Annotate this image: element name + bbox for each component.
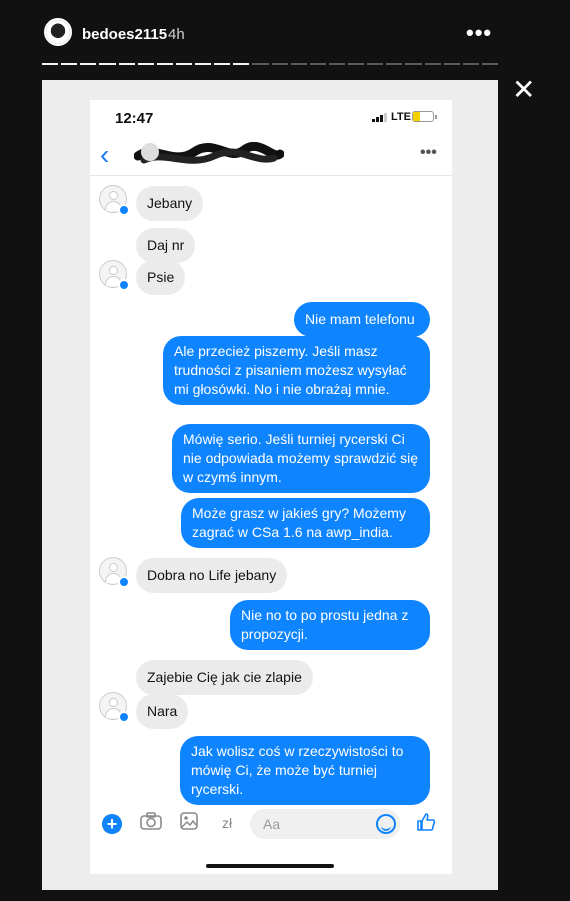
back-chevron-icon[interactable]: ‹ bbox=[100, 139, 109, 171]
story-progress-segment bbox=[309, 63, 326, 65]
payment-label[interactable]: zł bbox=[222, 815, 232, 831]
thumbs-up-icon[interactable] bbox=[416, 812, 436, 838]
message-input-placeholder: Aa bbox=[263, 816, 281, 832]
story-header: bedoes2115 4h ••• ✕ bbox=[0, 0, 570, 104]
camera-icon[interactable] bbox=[140, 812, 162, 835]
message-bubble: Nie no to po prostu jedna z propozycji. bbox=[230, 600, 430, 650]
message-bubble: Psie bbox=[136, 260, 186, 295]
story-progress-segment bbox=[424, 63, 441, 65]
story-progress-segment bbox=[481, 63, 498, 65]
close-icon[interactable]: ✕ bbox=[512, 76, 535, 104]
message-bubble: Nie mam telefonu bbox=[294, 302, 430, 337]
story-time-ago: 4h bbox=[168, 26, 185, 43]
profile-avatar[interactable] bbox=[44, 18, 72, 46]
message-bubble: Zajebie Cię jak cie zlapie bbox=[136, 660, 313, 695]
story-progress-segment bbox=[367, 63, 384, 65]
story-progress-segment bbox=[252, 63, 269, 65]
story-progress-segment bbox=[233, 63, 250, 65]
message-input[interactable]: Aa bbox=[250, 809, 400, 839]
story-card: 12:47 LTE ‹ ••• Jebany Daj nr Psie Nie m… bbox=[42, 80, 498, 890]
more-options-icon[interactable]: ••• bbox=[466, 20, 492, 46]
story-progress-bar bbox=[42, 63, 498, 66]
story-progress-segment bbox=[405, 63, 422, 65]
redacted-contact-name bbox=[134, 142, 284, 164]
message-bubble: Jak wolisz coś w rzeczywistości to mówię… bbox=[180, 736, 430, 805]
status-bar: 12:47 LTE bbox=[90, 100, 452, 136]
contact-avatar bbox=[99, 260, 130, 291]
battery-icon bbox=[412, 111, 437, 122]
contact-avatar bbox=[99, 185, 130, 216]
story-progress-segment bbox=[195, 63, 212, 65]
story-progress-segment bbox=[156, 63, 173, 65]
message-bubble: Może grasz w jakieś gry? Możemy zagrać w… bbox=[181, 498, 430, 548]
story-progress-segment bbox=[80, 63, 97, 65]
photo-icon[interactable] bbox=[180, 812, 198, 835]
chat-more-icon[interactable]: ••• bbox=[420, 144, 437, 162]
message-bubble: Dobra no Life jebany bbox=[136, 558, 288, 593]
story-progress-segment bbox=[42, 63, 59, 65]
message-bubble: Daj nr bbox=[136, 228, 196, 263]
status-time: 12:47 bbox=[115, 110, 154, 127]
story-progress-segment bbox=[137, 63, 154, 65]
story-progress-segment bbox=[348, 63, 365, 65]
message-bubble: Ale przecież piszemy. Jeśli masz trudnoś… bbox=[163, 336, 430, 405]
phone-screenshot: 12:47 LTE ‹ ••• Jebany Daj nr Psie Nie m… bbox=[90, 100, 452, 874]
add-icon[interactable]: + bbox=[102, 814, 122, 834]
message-list: Jebany Daj nr Psie Nie mam telefonu Ale … bbox=[90, 182, 452, 805]
story-progress-segment bbox=[118, 63, 135, 65]
contact-avatar bbox=[99, 692, 130, 723]
composer-bar: + zł Aa bbox=[90, 802, 452, 846]
emoji-icon[interactable] bbox=[376, 814, 396, 834]
message-bubble: Jebany bbox=[136, 186, 204, 221]
contact-avatar bbox=[99, 557, 130, 588]
story-progress-segment bbox=[99, 63, 116, 65]
message-bubble: Nara bbox=[136, 694, 189, 729]
story-progress-segment bbox=[61, 63, 78, 65]
story-progress-segment bbox=[290, 63, 307, 65]
chat-header: ‹ ••• bbox=[90, 136, 452, 176]
story-progress-segment bbox=[271, 63, 288, 65]
story-progress-segment bbox=[214, 63, 231, 65]
story-username[interactable]: bedoes2115 bbox=[82, 26, 167, 43]
story-progress-segment bbox=[386, 63, 403, 65]
message-bubble: Mówię serio. Jeśli turniej rycerski Ci n… bbox=[172, 424, 430, 493]
story-progress-segment bbox=[175, 63, 192, 65]
story-progress-segment bbox=[443, 63, 460, 65]
signal-icon bbox=[372, 113, 387, 122]
story-progress-segment bbox=[462, 63, 479, 65]
network-label: LTE bbox=[391, 111, 411, 123]
story-progress-segment bbox=[328, 63, 345, 65]
home-indicator bbox=[206, 864, 334, 868]
